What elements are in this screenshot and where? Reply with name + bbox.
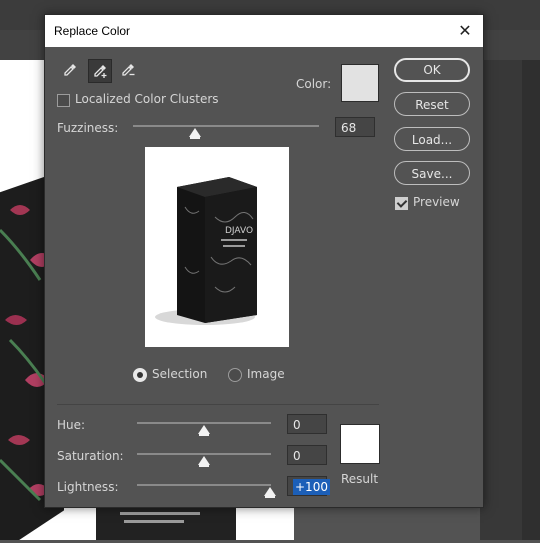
reset-button[interactable]: Reset: [394, 92, 470, 116]
fuzziness-slider-thumb[interactable]: [189, 128, 201, 139]
lightness-input[interactable]: +100: [287, 476, 330, 496]
lightness-label: Lightness:: [57, 480, 119, 494]
product-brand-text: DJAVO: [225, 226, 253, 236]
color-swatch[interactable]: [341, 64, 379, 102]
section-divider: [57, 404, 379, 405]
eyedropper-subtract-button[interactable]: [117, 59, 139, 81]
hue-input[interactable]: 0: [287, 414, 327, 434]
right-panel-edge: [522, 60, 540, 540]
saturation-slider-thumb[interactable]: [198, 456, 210, 467]
lightness-slider-thumb[interactable]: [264, 487, 276, 498]
hue-slider-track[interactable]: [137, 422, 271, 424]
preview-checkbox[interactable]: [395, 197, 408, 210]
saturation-input[interactable]: 0: [287, 445, 327, 465]
close-icon[interactable]: ✕: [453, 19, 477, 43]
selection-label: Selection: [152, 367, 208, 381]
eyedropper-button[interactable]: [59, 59, 81, 81]
fuzziness-input[interactable]: 68: [335, 117, 375, 137]
product-box-label-line: [124, 520, 184, 523]
color-label: Color:: [296, 77, 332, 91]
ok-button[interactable]: OK: [394, 58, 470, 82]
eyedropper-icon: [64, 64, 76, 76]
dialog-title: Replace Color: [54, 24, 131, 38]
replace-color-dialog: Replace Color ✕ Color: Localized Color C…: [44, 14, 484, 508]
lightness-slider-track[interactable]: [137, 484, 271, 486]
preview-mask-image: DJAVO: [155, 177, 257, 325]
eyedropper-add-button[interactable]: [88, 59, 112, 83]
selection-preview: DJAVO: [145, 147, 289, 347]
fuzziness-slider-track[interactable]: [133, 125, 319, 127]
saturation-label: Saturation:: [57, 449, 124, 463]
localized-color-clusters-label: Localized Color Clusters: [75, 92, 219, 106]
result-swatch[interactable]: [340, 424, 380, 464]
image-label: Image: [247, 367, 285, 381]
save-button[interactable]: Save...: [394, 161, 470, 185]
preview-label: Preview: [413, 195, 460, 209]
product-box-label-line: [120, 512, 200, 515]
selection-radio[interactable]: [133, 368, 147, 382]
localized-color-clusters-checkbox[interactable]: [57, 94, 70, 107]
eyedropper-add-icon: [94, 65, 107, 78]
eyedropper-subtract-icon: [122, 64, 135, 76]
image-radio[interactable]: [228, 368, 242, 382]
load-button[interactable]: Load...: [394, 127, 470, 151]
hue-label: Hue:: [57, 418, 86, 432]
hue-slider-thumb[interactable]: [198, 425, 210, 436]
saturation-slider-track[interactable]: [137, 453, 271, 455]
fuzziness-label: Fuzziness:: [57, 121, 119, 135]
result-label: Result: [341, 472, 379, 486]
dialog-titlebar: Replace Color ✕: [45, 15, 483, 47]
